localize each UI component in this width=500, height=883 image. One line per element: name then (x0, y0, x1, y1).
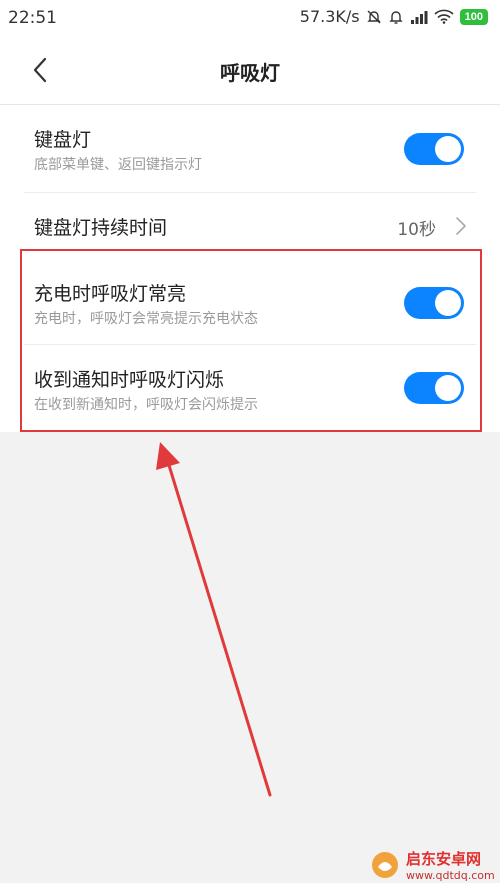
setting-keyboard-light-duration[interactable]: 键盘灯持续时间 10秒 (0, 193, 500, 257)
status-time: 22:51 (8, 8, 57, 28)
network-speed: 57.3K/s (299, 7, 360, 26)
status-bar: 22:51 57.3K/s 100 (0, 0, 500, 36)
keyboard-light-toggle[interactable] (404, 133, 464, 165)
toggle-knob (435, 136, 461, 162)
setting-subtitle: 在收到新通知时，呼吸灯会闪烁提示 (34, 397, 258, 413)
setting-subtitle: 充电时，呼吸灯会常亮提示充电状态 (34, 311, 258, 327)
status-icons: 57.3K/s 100 (300, 7, 488, 26)
toggle-knob (435, 375, 461, 401)
watermark-url: www.qdtdq.com (406, 869, 495, 882)
battery-icon: 100 (459, 8, 488, 25)
setting-title: 键盘灯 (34, 129, 92, 151)
header: 呼吸灯 (0, 36, 500, 104)
setting-keyboard-light: 键盘灯 底部菜单键、返回键指示灯 (0, 105, 500, 193)
setting-subtitle: 底部菜单键、返回键指示灯 (34, 157, 202, 173)
setting-notification-flash: 收到通知时呼吸灯闪烁 在收到新通知时，呼吸灯会闪烁提示 (0, 345, 500, 432)
watermark-logo-icon (372, 852, 398, 878)
chevron-right-icon (456, 217, 466, 235)
mute-bell-icon (366, 9, 382, 25)
watermark-name: 启东安卓网 (406, 850, 482, 868)
alarm-icon (388, 9, 404, 25)
setting-title: 键盘灯持续时间 (34, 217, 168, 239)
page-title: 呼吸灯 (220, 61, 280, 85)
toggle-knob (435, 290, 461, 316)
duration-value: 10秒 (397, 220, 436, 240)
settings-list: 键盘灯 底部菜单键、返回键指示灯 键盘灯持续时间 10秒 充电时呼吸灯常亮 充电… (0, 104, 500, 432)
wifi-icon (434, 9, 454, 24)
setting-charging-light: 充电时呼吸灯常亮 充电时，呼吸灯会常亮提示充电状态 (0, 257, 500, 345)
setting-title: 充电时呼吸灯常亮 (34, 283, 187, 305)
watermark: 启东安卓网 www.qdtdq.com (370, 848, 495, 882)
charging-light-toggle[interactable] (404, 287, 464, 319)
watermark-text: 启东安卓网 www.qdtdq.com (406, 848, 495, 882)
notification-flash-toggle[interactable] (404, 372, 464, 404)
setting-title: 收到通知时呼吸灯闪烁 (34, 369, 225, 391)
signal-icon (410, 10, 428, 24)
